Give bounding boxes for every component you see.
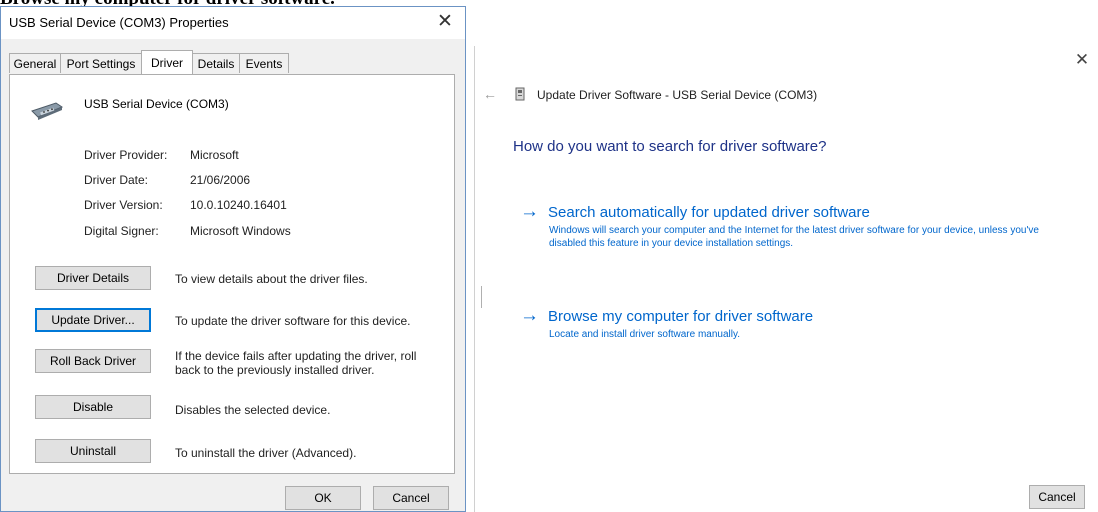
driver-version-label: Driver Version: — [84, 198, 163, 212]
driver-date-value: 21/06/2006 — [190, 173, 251, 187]
tab-events[interactable]: Events — [239, 53, 289, 73]
right-arrow-icon: → — [520, 201, 539, 222]
close-icon[interactable]: ✕ — [1072, 50, 1092, 70]
close-icon[interactable]: ✕ — [431, 9, 459, 35]
properties-cancel-button[interactable]: Cancel — [373, 486, 449, 510]
wizard-title: Update Driver Software - USB Serial Devi… — [537, 88, 818, 102]
driver-version-value: 10.0.10240.16401 — [190, 198, 287, 212]
back-arrow-icon[interactable]: ← — [483, 86, 497, 102]
driver-provider-label: Driver Provider: — [84, 148, 168, 162]
search-automatically-option[interactable]: → Search automatically for updated drive… — [520, 201, 1080, 264]
browse-computer-option[interactable]: → Browse my computer for driver software… — [520, 305, 1080, 344]
driver-details-button[interactable]: Driver Details — [35, 266, 151, 290]
driver-provider-value: Microsoft — [190, 148, 239, 162]
device-properties-dialog: USB Serial Device (COM3) Properties ✕ Ge… — [0, 6, 466, 512]
ok-button[interactable]: OK — [285, 486, 361, 510]
tab-driver[interactable]: Driver — [141, 50, 193, 74]
option-description: Locate and install driver software manua… — [549, 329, 741, 340]
uninstall-description: To uninstall the driver (Advanced). — [175, 446, 357, 460]
properties-title: USB Serial Device (COM3) Properties — [9, 15, 229, 30]
update-driver-wizard: ✕ ← Update Driver Software - USB Serial … — [474, 46, 1098, 512]
device-manager-icon — [515, 87, 525, 101]
option-title: Browse my computer for driver software — [548, 308, 814, 325]
update-driver-button[interactable]: Update Driver... — [35, 308, 151, 332]
digital-signer-label: Digital Signer: — [84, 224, 159, 238]
disable-button[interactable]: Disable — [35, 395, 151, 419]
option-title: Search automatically for updated driver … — [548, 204, 870, 221]
wizard-cancel-button[interactable]: Cancel — [1029, 485, 1085, 509]
driver-date-label: Driver Date: — [84, 173, 149, 187]
tab-details[interactable]: Details — [192, 53, 240, 73]
driver-details-description: To view details about the driver files. — [175, 272, 368, 286]
roll-back-driver-description: If the device fails after updating the d… — [175, 349, 417, 377]
serial-port-icon — [31, 102, 64, 120]
roll-back-driver-button[interactable]: Roll Back Driver — [35, 349, 151, 373]
uninstall-button[interactable]: Uninstall — [35, 439, 151, 463]
wizard-heading: How do you want to search for driver sof… — [513, 138, 827, 155]
device-name: USB Serial Device (COM3) — [84, 97, 229, 111]
digital-signer-value: Microsoft Windows — [190, 224, 291, 238]
driver-tab-panel: USB Serial Device (COM3) Driver Provider… — [9, 74, 455, 474]
properties-titlebar: USB Serial Device (COM3) Properties ✕ — [1, 7, 465, 39]
right-arrow-icon: → — [520, 305, 539, 326]
update-driver-description: To update the driver software for this d… — [175, 314, 411, 328]
disable-description: Disables the selected device. — [175, 403, 331, 417]
divider — [481, 286, 482, 308]
option-description: Windows will search your computer and th… — [549, 225, 1039, 249]
tab-general[interactable]: General — [9, 53, 61, 73]
tab-port-settings[interactable]: Port Settings — [60, 53, 142, 73]
